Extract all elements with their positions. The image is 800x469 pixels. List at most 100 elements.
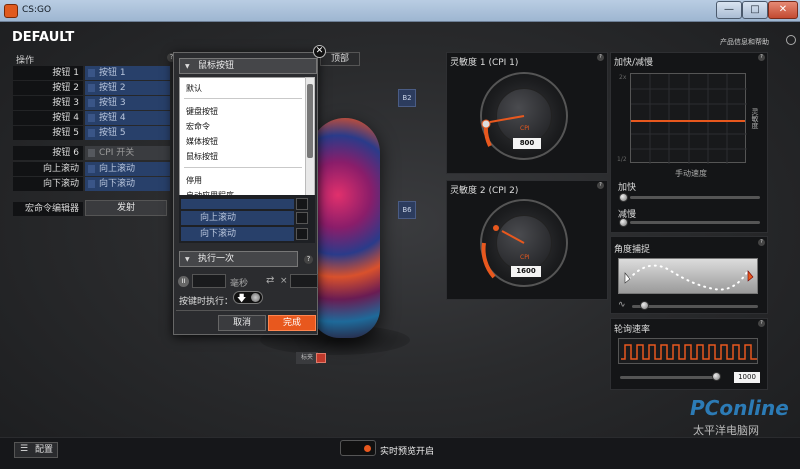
cpi2-value[interactable]: 1600 [511,266,541,277]
button-row-value[interactable]: 按钮 4 [85,111,170,125]
delay-ms-input[interactable] [192,274,226,288]
repeat-icon[interactable]: ⇄ [266,275,274,286]
button-row-4[interactable]: 按钮 4 按钮 4 [13,111,170,125]
angle-slider-track[interactable] [632,305,758,308]
dropdown-separator [184,167,302,168]
profile-title: DEFAULT [12,30,75,45]
cursor-icon [747,270,754,282]
dropdown-item-media[interactable]: 媒体按钮 [186,136,218,147]
polling-slider-knob[interactable] [712,372,721,381]
scroll-color-swatch[interactable] [316,353,326,363]
b6-button-tag[interactable]: B6 [398,201,416,219]
accel-x-label: 手动速度 [675,169,707,178]
dropdown-item-keyboard[interactable]: 键盘按钮 [186,106,218,117]
button-swatch-icon [88,99,95,107]
popup-close-icon[interactable]: ✕ [313,45,326,58]
popup-list-checkbox[interactable] [296,198,308,210]
top-button-tag[interactable]: 顶部 [320,52,360,66]
dropdown-item-mouse[interactable]: 鼠标按钮 [186,151,218,162]
decel-slider-track[interactable] [630,221,760,224]
live-preview-label: 实时预览开启 [380,447,435,457]
button-row-1[interactable]: 按钮 1 按钮 1 [13,66,170,80]
accel-slider-knob[interactable] [619,193,628,202]
decel-slider-knob[interactable] [619,218,628,227]
cpi1-unit: CPI [520,125,530,132]
maximize-button[interactable]: □ [742,1,768,19]
popup-list-checkbox[interactable] [296,212,308,224]
cancel-button[interactable]: 取消 [218,315,266,331]
angle-wave [624,264,754,291]
accel-slider-track[interactable] [630,196,760,199]
angle-help-icon[interactable]: ? [758,239,765,246]
button-row-label: 向上滚动 [13,162,83,176]
button-row-2[interactable]: 按钮 2 按钮 2 [13,81,170,95]
accel-grid [631,74,747,164]
pause-icon[interactable]: II [178,276,189,287]
fire-button[interactable]: 发射 [85,200,167,216]
macro-editor-label: 宏命令编辑器 [13,202,83,216]
popup-list-row-partial[interactable] [181,199,294,209]
execute-mode-dropdown[interactable]: 执行一次 [179,251,298,267]
button-row-value-text: 按钮 1 [99,68,126,78]
app-icon [4,4,18,18]
polling-wave-preview [618,338,758,364]
accel-y-label: 灵敏度 [751,108,759,129]
accel-label: 加快 [618,183,637,193]
cpi1-help-icon[interactable]: ? [597,54,604,61]
window-close-button[interactable]: ✕ [768,1,798,19]
polling-slider-track[interactable] [620,376,720,379]
cpi2-unit: CPI [520,254,530,261]
product-info-link[interactable]: 产品信息和帮助 [720,37,769,47]
button-row-value[interactable]: CPI 开关 [85,146,170,160]
polling-title: 轮询速率 [614,325,651,335]
ms-unit-label: 毫秒 [230,279,249,289]
dropdown-item-macro[interactable]: 宏命令 [186,121,210,132]
angle-snap-preview [618,258,758,294]
cpi2-help-icon[interactable]: ? [597,182,604,189]
button-swatch-icon [88,129,95,137]
button-row-label: 按钮 3 [13,96,83,110]
button-row-value[interactable]: 向上滚动 [85,162,170,176]
dropdown-item-default[interactable]: 默认 [186,83,202,94]
button-row-3[interactable]: 按钮 3 按钮 3 [13,96,170,110]
button-row-scroll-up[interactable]: 向上滚动 向上滚动 [13,162,170,176]
scroll-wheel-tag[interactable]: 标夹 [296,352,318,364]
watermark-subtitle: 太平洋电脑网 [693,424,759,437]
dropdown-item-disable[interactable]: 停用 [186,175,202,186]
button-row-label: 按钮 6 [13,146,83,160]
button-row-scroll-down[interactable]: 向下滚动 向下滚动 [13,177,170,191]
popup-list-checkbox[interactable] [296,228,308,240]
b2-button-tag[interactable]: B2 [398,89,416,107]
action-type-dropdown[interactable]: 鼠标按钮 [179,58,317,74]
button-row-value[interactable]: 向下滚动 [85,177,170,191]
angle-slider-knob[interactable] [640,301,649,310]
button-row-label: 向下滚动 [13,177,83,191]
button-row-value[interactable]: 按钮 1 [85,66,170,80]
repeat-count-input[interactable] [290,274,318,288]
times-label: × [280,276,288,286]
polling-value[interactable]: 1000 [734,372,760,383]
angle-title: 角度捕捉 [614,245,651,255]
toggle-knob[interactable] [251,293,260,302]
button-row-value-text: 向下滚动 [99,179,136,189]
polling-help-icon[interactable]: ? [758,320,765,327]
button-row-6[interactable]: 按钮 6 CPI 开关 [13,146,170,160]
help-circle-icon[interactable] [786,35,796,45]
execute-help-icon[interactable]: ? [304,255,313,264]
minimize-button[interactable]: — [716,1,742,19]
done-button[interactable]: 完成 [268,315,316,331]
list-icon: ☰ [20,444,29,454]
cpi1-dial-handle [481,119,491,129]
button-row-value[interactable]: 按钮 2 [85,81,170,95]
dropdown-scrollbar-thumb[interactable] [307,84,313,158]
popup-list-row-scroll-up[interactable]: 向上滚动 [181,211,294,225]
button-row-value[interactable]: 按钮 5 [85,126,170,140]
button-row-value[interactable]: 按钮 3 [85,96,170,110]
accel-graph [630,73,747,164]
button-row-5[interactable]: 按钮 5 按钮 5 [13,126,170,140]
button-swatch-icon [88,165,95,173]
mouse-image [310,118,380,338]
popup-list-row-scroll-down[interactable]: 向下滚动 [181,227,294,241]
accel-help-icon[interactable]: ? [758,54,765,61]
cpi1-value[interactable]: 800 [513,138,541,149]
